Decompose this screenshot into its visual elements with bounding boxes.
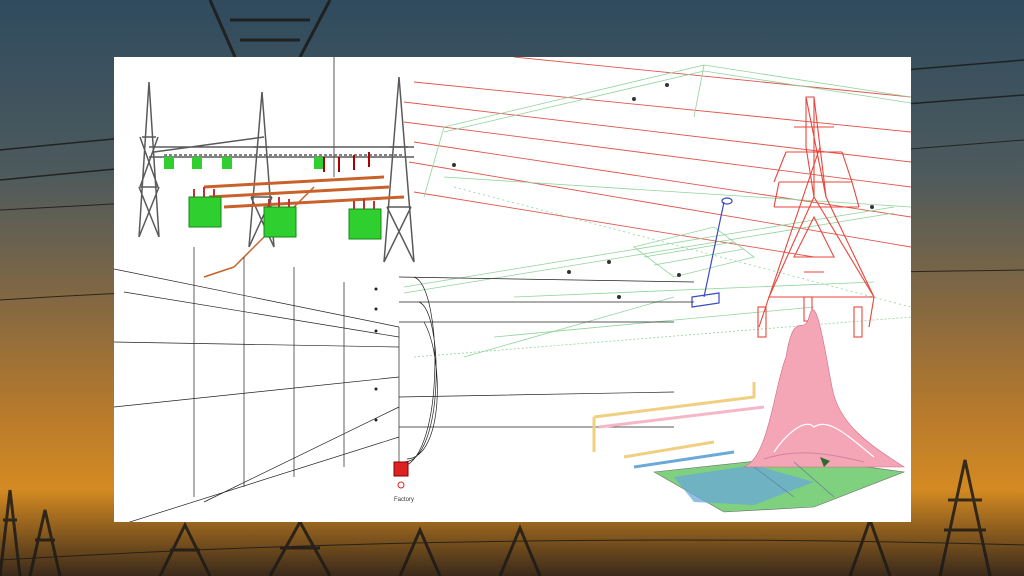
pipeline-layout xyxy=(592,382,765,469)
substation-3d-model xyxy=(138,57,415,278)
field-surface-plot xyxy=(653,309,906,513)
factory-load-symbol xyxy=(393,461,409,489)
green-wireframe-structure xyxy=(403,64,911,358)
green-insulators xyxy=(164,157,324,169)
red-lattice-tower xyxy=(757,96,875,338)
factory-label: Factory xyxy=(394,497,414,503)
single-line-diagram xyxy=(114,247,695,522)
engineering-illustration-panel: Factory xyxy=(114,57,911,522)
red-conductor-lines xyxy=(403,57,911,258)
diagram-nodes xyxy=(374,287,378,422)
transformers xyxy=(188,187,382,240)
illustration-canvas: Factory xyxy=(114,57,911,522)
